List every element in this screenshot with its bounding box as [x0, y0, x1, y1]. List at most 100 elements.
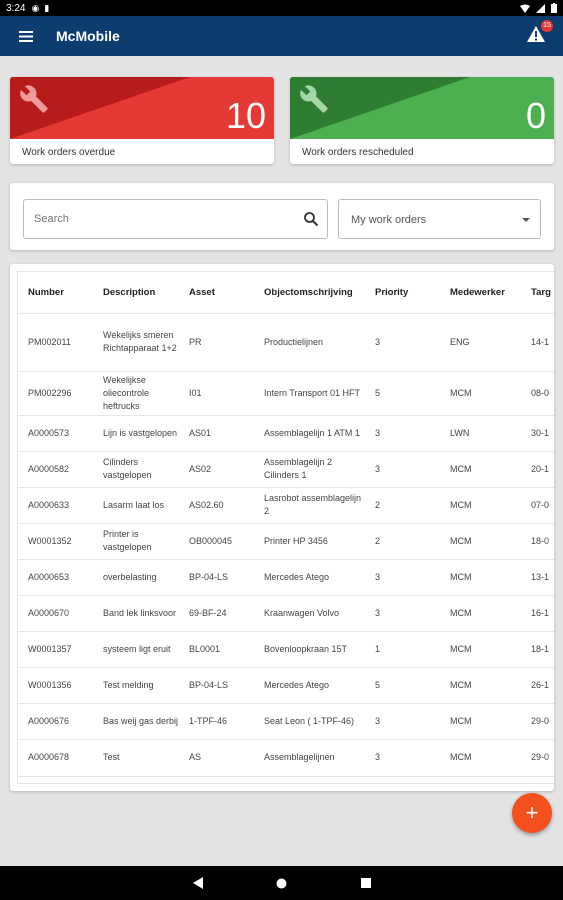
overdue-card[interactable]: 10 Work orders overdue [10, 77, 274, 164]
cell-text: 16-1 [531, 607, 550, 618]
add-work-order-button[interactable]: + [512, 793, 552, 833]
column-header[interactable]: Medewerker [440, 272, 521, 314]
cell-text: MCM [450, 607, 472, 618]
cell-text: 2 [375, 499, 381, 510]
table-cell: Lasrobot assemblagelijn 2 [254, 487, 365, 524]
table-row[interactable]: A0000633 Lasarm laat los AS02.60 Lasrobot a… [18, 487, 554, 524]
menu-button[interactable] [0, 16, 52, 56]
status-icons [520, 3, 557, 13]
table-row[interactable]: A0000670 Band lek linksvoor 69-BF-24 Kraanw… [18, 595, 554, 632]
status-bar: 3:24 ◉ ▮ [0, 0, 563, 16]
table-cell: 07-0 [521, 487, 554, 524]
table-cell: AS02 [179, 451, 254, 488]
cell-text: Wekelijks smeren Richtapparaat 1+2 [103, 330, 177, 353]
add-icon: + [525, 800, 539, 825]
table-row[interactable]: PM002011 Wekelijks smeren Richtapparaat 1… [18, 313, 554, 372]
cell-text: 3 [375, 336, 381, 347]
table-cell: Cilinders vastgelopen [93, 451, 179, 488]
table-cell: 18-1 [521, 631, 554, 668]
table-cell: 18-0 [521, 523, 554, 560]
table-row[interactable]: A0000678 Test AS Assemblagelijnen 3 MCM 29-0 [18, 739, 554, 777]
cell-text: AS02.60 [189, 499, 224, 510]
cell-text: 26-1 [531, 679, 550, 690]
cell-text: 08-0 [531, 387, 550, 398]
cell-text: Assemblagelijn 1 ATM 1 [264, 427, 360, 438]
table-cell: 3 [365, 313, 440, 372]
column-header[interactable]: Description [93, 272, 179, 314]
table-cell: Intern Transport 01 HFT [254, 371, 365, 416]
table-cell: 3 [365, 559, 440, 596]
table-cell: Assemblagelijn 2 Cilinders 1 [254, 451, 365, 488]
table-cell: Test [93, 739, 179, 777]
table-cell: W0001356 [18, 667, 93, 704]
cell-text: Band lek linksvoor [103, 607, 177, 618]
table-row[interactable]: PM002296 Wekelijkse oliecontrole heftruck… [18, 371, 554, 416]
table-row[interactable]: W0001352 Printer is vastgelopen OB000045 Pr… [18, 523, 554, 560]
table-cell: BP-04-LS [179, 559, 254, 596]
table-cell: Test melding [93, 667, 179, 704]
table-cell: 5 [365, 371, 440, 416]
work-order-scope-select[interactable]: My work orders [338, 199, 541, 239]
cell-text: Seat Leon ( 1-TPF-46) [264, 715, 355, 726]
table-cell: BL0001 [179, 631, 254, 668]
cell-text: 13-1 [531, 571, 550, 582]
rescheduled-card[interactable]: 0 Work orders rescheduled [290, 77, 554, 164]
dropdown-caret-icon [522, 218, 530, 222]
column-header[interactable]: Targ [521, 272, 554, 314]
table-body: PM002011 Wekelijks smeren Richtapparaat 1… [18, 313, 554, 777]
back-button[interactable] [191, 876, 205, 890]
cell-text: Lasrobot assemblagelijn 2 [264, 493, 362, 516]
table-cell: 13-1 [521, 559, 554, 596]
cell-text: 20-1 [531, 463, 550, 474]
cell-text: I01 [189, 387, 202, 398]
table-cell: 29-0 [521, 739, 554, 777]
table-row[interactable]: A0000582 Cilinders vastgelopen AS02 Assembl… [18, 451, 554, 488]
cell-text: 1 [375, 643, 381, 654]
cell-text: MCM [450, 499, 472, 510]
recents-button[interactable] [359, 876, 373, 890]
cell-text: MCM [450, 535, 472, 546]
cell-text: Productielijnen [264, 336, 324, 347]
table-row[interactable]: A0000653 overbelasting BP-04-LS Mercedes At… [18, 559, 554, 596]
table-cell: A0000582 [18, 451, 93, 488]
table-cell: Mercedes Atego [254, 667, 365, 704]
table-row[interactable]: A0000573 Lijn is vastgelopen AS01 Assemblag… [18, 415, 554, 452]
search-icon[interactable] [303, 211, 319, 227]
table-row[interactable]: A0000676 Bas weij gas derbij 1-TPF-46 Seat … [18, 703, 554, 740]
table-cell: A0000678 [18, 739, 93, 777]
menu-icon [19, 30, 33, 42]
column-header[interactable]: Asset [179, 272, 254, 314]
table-row[interactable]: W0001357 systeem ligt eruit BL0001 Bovenloo… [18, 631, 554, 668]
home-icon [276, 878, 287, 888]
table-cell: AS01 [179, 415, 254, 452]
cell-text: Mercedes Atego [264, 571, 330, 582]
work-orders-table-scroll[interactable]: Number Description Asset Objectomschrijv… [17, 271, 554, 784]
alerts-button[interactable]: 15 [527, 20, 553, 46]
table-cell: 14-1 [521, 313, 554, 372]
table-cell: MCM [440, 739, 521, 777]
rescheduled-band: 0 [290, 77, 554, 139]
table-cell: MCM [440, 451, 521, 488]
table-row[interactable]: W0001356 Test melding BP-04-LS Mercedes Ate… [18, 667, 554, 704]
column-header[interactable]: Number [18, 272, 93, 314]
table-cell: 1-TPF-46 [179, 703, 254, 740]
table-cell: MCM [440, 487, 521, 524]
cell-text: Bovenloopkraan 15T [264, 643, 348, 654]
cell-text: Kraanwagen Volvo [264, 607, 340, 618]
home-button[interactable] [275, 876, 289, 890]
table-cell: systeem ligt eruit [93, 631, 179, 668]
cell-text: PM002296 [28, 387, 72, 398]
cell-text: 5 [375, 679, 381, 690]
column-header[interactable]: Priority [365, 272, 440, 314]
cell-text: 3 [375, 427, 381, 438]
column-header[interactable]: Objectomschrijving [254, 272, 365, 314]
table-cell: MCM [440, 523, 521, 560]
rescheduled-background [290, 77, 554, 139]
cell-text: systeem ligt eruit [103, 643, 171, 654]
search-input[interactable] [24, 200, 284, 238]
table-cell: Kraanwagen Volvo [254, 595, 365, 632]
table-cell: A0000670 [18, 595, 93, 632]
battery-icon [551, 3, 557, 13]
status-time: 3:24 [6, 2, 26, 14]
rescheduled-label: Work orders rescheduled [302, 147, 414, 158]
